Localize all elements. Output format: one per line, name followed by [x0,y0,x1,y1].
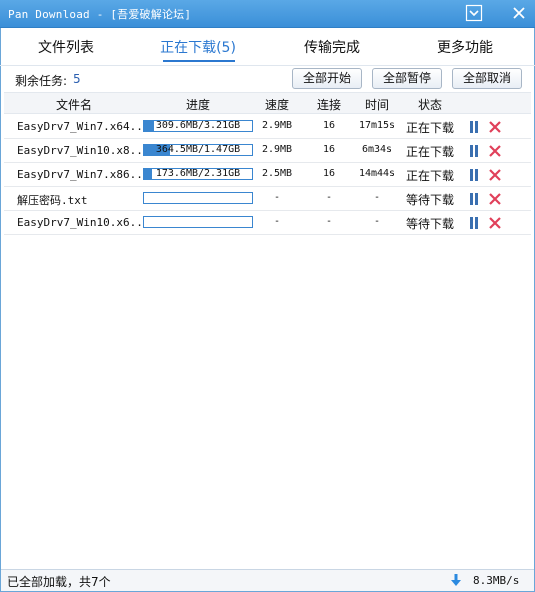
row-status: 正在下载 [405,121,454,135]
tab-completed[interactable]: 传输完成 [284,28,380,66]
row-status: 等待下载 [405,193,454,207]
row-speed: 2.9MB [261,144,293,155]
column-header-progress[interactable]: 进度 [170,96,226,113]
row-time-remaining: - [373,216,381,227]
row-time-remaining: 6m34s [361,144,393,155]
close-x-icon[interactable] [488,192,502,206]
close-x-icon[interactable] [488,168,502,182]
row-filename: EasyDrv7_Win10.x8... [17,144,150,157]
row-connections: 16 [322,120,336,131]
table-row[interactable]: EasyDrv7_Win10.x8... 364.5MB/1.47GB 2.9M… [4,139,531,163]
close-x-icon[interactable] [488,144,502,158]
remaining-tasks-label: 剩余任务: [15,74,68,88]
row-connections: - [325,216,333,227]
row-connections: 16 [322,144,336,155]
pause-icon[interactable] [467,192,481,206]
title-bar: Pan Download - [吾爱破解论坛] [0,0,535,28]
table-row[interactable]: EasyDrv7_Win7.x86... 173.6MB/2.31GB 2.5M… [4,163,531,187]
column-header-connections[interactable]: 连接 [309,96,349,113]
column-header-time[interactable]: 时间 [359,96,395,113]
row-speed: 2.9MB [261,120,293,131]
cancel-all-button[interactable]: 全部取消 [452,68,522,89]
start-all-button[interactable]: 全部开始 [292,68,362,89]
pause-icon[interactable] [467,168,481,182]
progress-bar: 309.6MB/3.21GB [143,120,253,132]
total-speed: 8.3MB/s [473,574,520,587]
progress-bar [143,192,253,204]
close-window-icon[interactable] [510,4,528,22]
row-time-remaining: 14m44s [358,168,396,179]
table-row[interactable]: 解压密码.txt - - - 等待下载 [4,187,531,211]
column-header-status[interactable]: 状态 [410,96,450,113]
progress-text: 364.5MB/1.47GB [155,144,241,155]
minimize-icon[interactable] [465,4,483,22]
progress-bar: 364.5MB/1.47GB [143,144,253,156]
row-filename: EasyDrv7_Win7.x86... [17,168,150,181]
active-tab-indicator [163,60,235,62]
tab-file-list[interactable]: 文件列表 [18,28,114,66]
row-filename: EasyDrv7_Win10.x6... [17,216,150,229]
row-status: 正在下载 [405,169,454,183]
tab-bar: 文件列表 正在下载(5) 传输完成 更多功能 [0,28,535,66]
pause-icon[interactable] [467,216,481,230]
task-toolbar: 剩余任务: 5 全部开始 全部暂停 全部取消 [0,66,535,92]
tab-more-functions[interactable]: 更多功能 [417,28,513,66]
row-speed: - [273,216,281,227]
status-bar: 已全部加载，共7个 8.3MB/s [1,569,534,591]
close-x-icon[interactable] [488,216,502,230]
remaining-tasks-count: 5 [73,72,81,86]
row-connections: 16 [322,168,336,179]
row-status: 等待下载 [405,217,454,231]
pause-icon[interactable] [467,120,481,134]
row-connections: - [325,192,333,203]
row-speed: 2.5MB [261,168,293,179]
column-header-speed[interactable]: 速度 [259,96,295,113]
arrow-down-icon [451,574,461,586]
row-speed: - [273,192,281,203]
table-header: 文件名 进度 速度 连接 时间 状态 [4,92,531,114]
row-time-remaining: - [373,192,381,203]
table-row[interactable]: EasyDrv7_Win7.x64... 309.6MB/3.21GB 2.9M… [4,115,531,139]
column-header-filename[interactable]: 文件名 [44,96,104,113]
row-filename: EasyDrv7_Win7.x64... [17,120,150,133]
pause-all-button[interactable]: 全部暂停 [372,68,442,89]
row-status: 正在下载 [405,145,454,159]
progress-text: 173.6MB/2.31GB [155,168,241,179]
progress-bar: 173.6MB/2.31GB [143,168,253,180]
row-filename: 解压密码.txt [17,194,88,207]
progress-bar [143,216,253,228]
row-time-remaining: 17m15s [358,120,396,131]
load-status-text: 已全部加载，共7个 [7,575,111,589]
close-x-icon[interactable] [488,120,502,134]
progress-text: 309.6MB/3.21GB [155,120,241,131]
table-row[interactable]: EasyDrv7_Win10.x6... - - - 等待下载 [4,211,531,235]
pause-icon[interactable] [467,144,481,158]
window-title: Pan Download - [吾爱破解论坛] [8,8,192,21]
